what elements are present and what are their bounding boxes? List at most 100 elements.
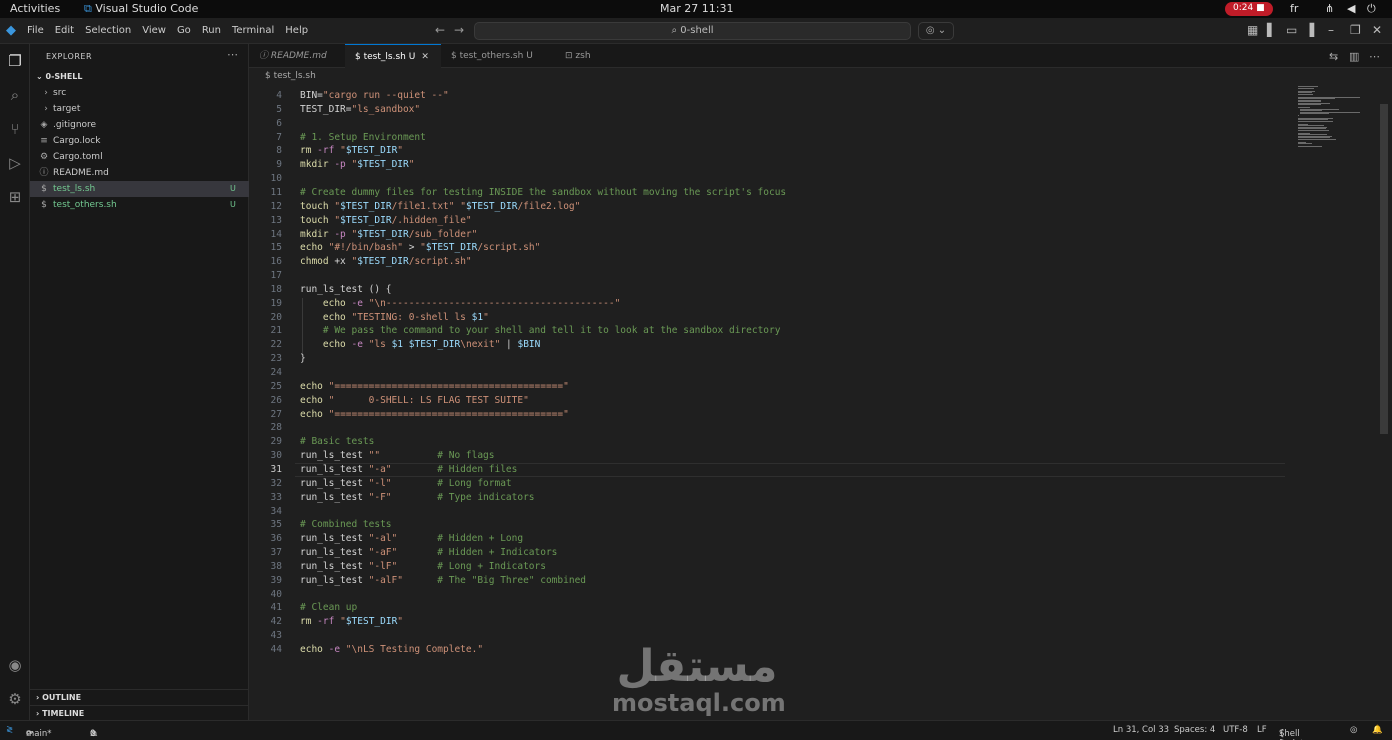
code-line[interactable]: run_ls_test "-lF" # Long + Indicators — [300, 561, 546, 572]
code-line[interactable]: # Clean up — [300, 602, 357, 613]
code-line[interactable]: run_ls_test "-alF" # The "Big Three" com… — [300, 575, 586, 586]
code-line[interactable]: # 1. Setup Environment — [300, 132, 426, 143]
tree-item-readme[interactable]: ⓘ README.md — [30, 165, 249, 181]
code-line[interactable]: rm -rf "$TEST_DIR" — [300, 616, 403, 627]
code-line[interactable]: echo -e "\n-----------------------------… — [300, 298, 620, 309]
forward-arrow-icon[interactable]: → — [454, 23, 464, 37]
more-actions-icon[interactable]: ⋯ — [1369, 50, 1380, 63]
extensions-icon[interactable]: ⊞ — [5, 188, 25, 208]
code-line[interactable]: echo "#!/bin/bash" > "$TEST_DIR/script.s… — [300, 242, 540, 253]
tree-item-cargo-lock[interactable]: ≡ Cargo.lock — [30, 133, 249, 149]
code-line[interactable]: mkdir -p "$TEST_DIR" — [300, 159, 414, 170]
toggle-secondary-sidebar-icon[interactable]: ▐ — [1305, 23, 1314, 37]
code-line[interactable]: run_ls_test "-l" # Long format — [300, 478, 512, 489]
customize-layout-icon[interactable]: ▦ — [1247, 23, 1258, 37]
workspace-root[interactable]: ⌄ 0-SHELL — [36, 72, 83, 81]
explorer-icon[interactable]: ❐ — [5, 52, 25, 72]
tab-zsh[interactable]: ⊡ zsh — [551, 44, 611, 68]
code-line[interactable]: } — [300, 353, 306, 364]
volume-icon[interactable]: ◀ — [1347, 2, 1355, 15]
code-line[interactable]: touch "$TEST_DIR/.hidden_file" — [300, 215, 472, 226]
copilot-status-icon[interactable]: ◎ — [1350, 725, 1357, 735]
code-line[interactable]: run_ls_test "-al" # Hidden + Long — [300, 533, 523, 544]
clock[interactable]: Mar 27 11:31 — [660, 2, 733, 15]
menu-edit[interactable]: Edit — [55, 25, 74, 36]
tree-item-test-ls[interactable]: $ test_ls.sh U — [30, 181, 249, 197]
account-icon[interactable]: ◉ — [5, 656, 25, 676]
code-line[interactable]: touch "$TEST_DIR/file1.txt" "$TEST_DIR/f… — [300, 201, 580, 212]
network-icon[interactable]: ⋔ — [1325, 2, 1334, 15]
tree-item-gitignore[interactable]: ◈ .gitignore — [30, 117, 249, 133]
menu-go[interactable]: Go — [177, 25, 191, 36]
recording-indicator[interactable]: 0:24 ■ — [1225, 2, 1273, 16]
menu-selection[interactable]: Selection — [85, 25, 131, 36]
outline-section[interactable]: › OUTLINE — [36, 693, 81, 702]
code-line[interactable]: chmod +x "$TEST_DIR/script.sh" — [300, 256, 472, 267]
line-number: 29 — [270, 436, 282, 448]
code-line[interactable]: TEST_DIR="ls_sandbox" — [300, 104, 420, 115]
tree-item-test-others[interactable]: $ test_others.sh U — [30, 197, 249, 213]
minimap[interactable] — [1298, 86, 1382, 156]
code-line[interactable]: echo " 0-SHELL: LS FLAG TEST SUITE" — [300, 395, 529, 406]
code-line[interactable]: rm -rf "$TEST_DIR" — [300, 145, 403, 156]
command-center[interactable]: ⌕ 0-shell — [474, 22, 911, 40]
code-line[interactable]: # Basic tests — [300, 436, 374, 447]
toggle-sidebar-icon[interactable]: ▌ — [1267, 23, 1276, 37]
minimize-icon[interactable]: – — [1328, 23, 1334, 37]
code-editor[interactable]: 4 5 6 7 8 9 10 11 12 13 14 15 16 17 18 19 20 21 22 23 24 25 26… — [249, 86, 1392, 720]
tab-readme[interactable]: ⓘ README.md — [249, 44, 345, 68]
toggle-panel-icon[interactable]: ▭ — [1286, 23, 1297, 37]
indentation[interactable]: Spaces: 4 — [1174, 725, 1215, 735]
code-line[interactable]: run_ls_test "-F" # Type indicators — [300, 492, 535, 503]
remote-icon[interactable]: ≷ — [6, 725, 13, 735]
close-tab-icon[interactable]: ✕ — [421, 52, 429, 62]
source-control-icon[interactable]: ⑂ — [5, 120, 25, 140]
code-line[interactable]: run_ls_test () { — [300, 284, 392, 295]
code-line[interactable]: # Create dummy files for testing INSIDE … — [300, 187, 786, 198]
keyboard-layout[interactable]: fr — [1290, 2, 1298, 15]
code-line[interactable]: echo -e "\nLS Testing Complete." — [300, 644, 483, 655]
encoding[interactable]: UTF-8 — [1223, 725, 1248, 735]
code-line[interactable]: echo -e "ls $1 $TEST_DIR\nexit" | $BIN — [300, 339, 540, 350]
search-icon[interactable]: ⌕ — [5, 86, 25, 106]
code-line[interactable]: run_ls_test "-a" # Hidden files — [300, 464, 517, 475]
settings-gear-icon[interactable]: ⚙ — [5, 690, 25, 710]
menu-help[interactable]: Help — [285, 25, 308, 36]
end-of-line[interactable]: LF — [1257, 725, 1267, 735]
tab-test-others[interactable]: $ test_others.sh U — [441, 44, 551, 68]
app-menu[interactable]: ⧉ Visual Studio Code — [84, 2, 198, 16]
split-editor-icon[interactable]: ▥ — [1349, 50, 1359, 63]
breadcrumb-file[interactable]: $ test_ls.sh — [265, 71, 316, 81]
back-arrow-icon[interactable]: ← — [435, 23, 445, 37]
tree-item-cargo-toml[interactable]: ⚙ Cargo.toml — [30, 149, 249, 165]
timeline-section[interactable]: › TIMELINE — [36, 709, 84, 718]
power-icon[interactable]: ⏻ — [1367, 2, 1376, 16]
vertical-scrollbar[interactable] — [1380, 104, 1388, 434]
code-line[interactable]: # We pass the command to your shell and … — [300, 325, 781, 336]
cursor-position[interactable]: Ln 31, Col 33 — [1113, 725, 1169, 735]
menu-terminal[interactable]: Terminal — [232, 25, 274, 36]
restore-icon[interactable]: ❐ — [1350, 23, 1361, 37]
menu-run[interactable]: Run — [202, 25, 221, 36]
run-debug-icon[interactable]: ▷ — [5, 154, 25, 174]
breadcrumb[interactable]: $ test_ls.sh — [249, 68, 1392, 86]
tree-item-target[interactable]: › target — [30, 101, 249, 117]
code-line[interactable]: run_ls_test "" # No flags — [300, 450, 495, 461]
code-line[interactable]: run_ls_test "-aF" # Hidden + Indicators — [300, 547, 557, 558]
compare-changes-icon[interactable]: ⇆ — [1329, 50, 1338, 63]
menu-view[interactable]: View — [142, 25, 166, 36]
notifications-bell-icon[interactable]: 🔔 — [1372, 725, 1383, 735]
tree-item-src[interactable]: › src — [30, 85, 249, 101]
close-window-icon[interactable]: ✕ — [1372, 23, 1382, 37]
tab-test-ls[interactable]: $ test_ls.sh U ✕ — [345, 44, 441, 68]
menu-file[interactable]: File — [27, 25, 44, 36]
code-line[interactable]: BIN="cargo run --quiet --" — [300, 90, 449, 101]
code-line[interactable]: # Combined tests — [300, 519, 392, 530]
copilot-button[interactable]: ◎ ⌄ — [918, 22, 954, 40]
code-line[interactable]: echo "==================================… — [300, 381, 569, 392]
more-actions-icon[interactable]: ⋯ — [227, 48, 238, 61]
code-line[interactable]: echo "TESTING: 0-shell ls $1" — [300, 312, 489, 323]
activities-button[interactable]: Activities — [10, 2, 60, 15]
code-line[interactable]: echo "==================================… — [300, 409, 569, 420]
code-line[interactable]: mkdir -p "$TEST_DIR/sub_folder" — [300, 229, 477, 240]
